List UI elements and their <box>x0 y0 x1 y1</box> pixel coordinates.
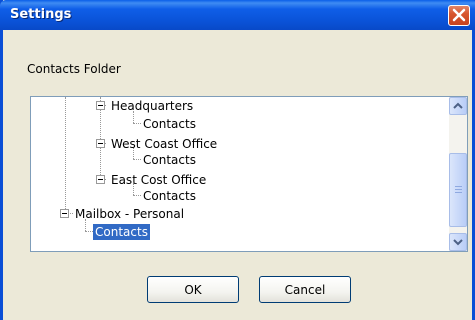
tree-line <box>133 195 141 196</box>
collapse-icon[interactable] <box>96 139 105 148</box>
scroll-down-icon <box>453 239 463 246</box>
tree-item-west-coast-contacts[interactable]: Contacts <box>143 152 196 168</box>
tree-item-personal-contacts-selected[interactable]: Contacts <box>93 224 150 240</box>
grip-line <box>455 186 462 187</box>
tree-item-west-coast-office[interactable]: West Coast Office <box>111 136 217 152</box>
tree-item-headquarters-contacts[interactable]: Contacts <box>143 116 196 132</box>
tree-line <box>133 123 141 124</box>
folder-tree[interactable]: Headquarters Contacts West Coast Office … <box>30 96 468 252</box>
collapse-icon[interactable] <box>96 101 105 110</box>
title-bar[interactable]: Settings <box>0 0 475 30</box>
vertical-scrollbar[interactable] <box>449 97 467 251</box>
tree-item-mailbox-personal[interactable]: Mailbox - Personal <box>75 206 184 222</box>
grip-line <box>455 192 462 193</box>
tree-line <box>85 231 93 232</box>
tree-line <box>65 97 66 213</box>
scroll-thumb[interactable] <box>449 153 467 227</box>
tree-item-east-cost-office[interactable]: East Cost Office <box>111 172 206 188</box>
collapse-icon[interactable] <box>96 175 105 184</box>
cancel-button[interactable]: Cancel <box>259 276 351 303</box>
tree-line <box>133 159 141 160</box>
ok-button[interactable]: OK <box>147 276 239 303</box>
tree-item-headquarters[interactable]: Headquarters <box>111 98 193 114</box>
close-icon <box>452 8 466 22</box>
scroll-up-button[interactable] <box>449 97 467 115</box>
collapse-icon[interactable] <box>60 209 69 218</box>
window-title: Settings <box>10 7 72 22</box>
settings-dialog: Settings Contacts Folder Headquarters Co… <box>0 0 475 320</box>
tree-item-east-coast-contacts[interactable]: Contacts <box>143 188 196 204</box>
scroll-up-icon <box>453 102 463 109</box>
scroll-down-button[interactable] <box>449 233 467 251</box>
close-button[interactable] <box>448 5 470 26</box>
grip-line <box>455 189 462 190</box>
contacts-folder-label: Contacts Folder <box>27 62 121 76</box>
